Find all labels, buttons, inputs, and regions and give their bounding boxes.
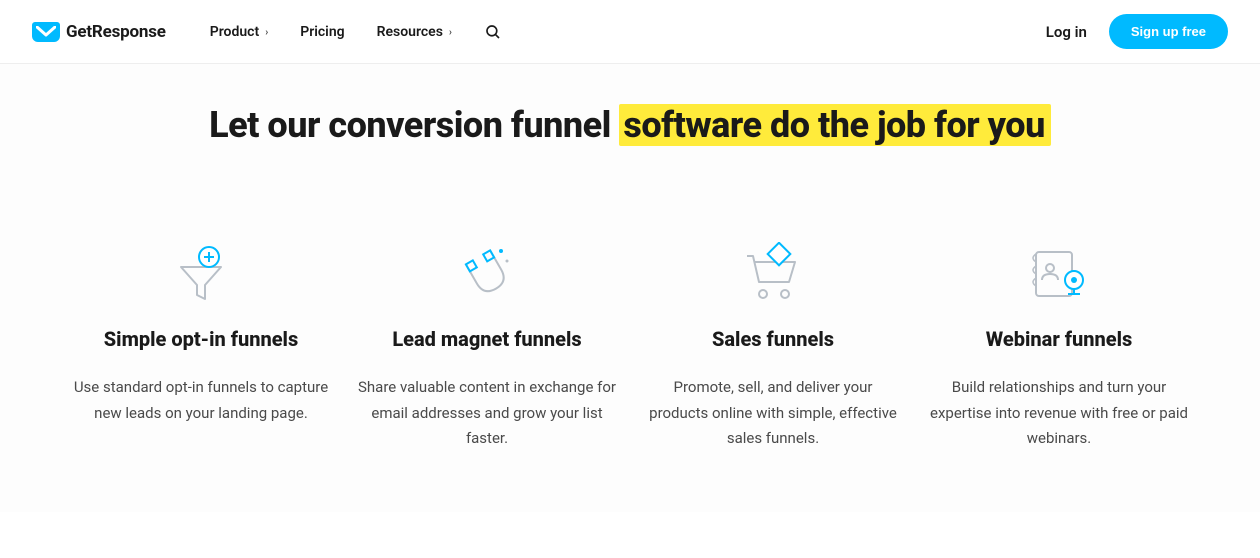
nav-item-resources[interactable]: Resources ›: [377, 24, 452, 40]
feature-webinar-funnels: Webinar funnels Build relationships and …: [929, 237, 1189, 452]
feature-title: Lead magnet funnels: [357, 327, 617, 351]
headline-highlight: software do the job for you: [619, 104, 1050, 146]
funnel-plus-icon: [71, 237, 331, 309]
feature-desc: Promote, sell, and deliver your products…: [643, 375, 903, 452]
navbar: GetResponse Product › Pricing Resources …: [0, 0, 1260, 64]
cart-icon: [643, 237, 903, 309]
chevron-right-icon: ›: [265, 27, 268, 38]
section-headline: Let our conversion funnel software do th…: [60, 104, 1200, 147]
webinar-icon: [929, 237, 1189, 309]
feature-simple-optin: Simple opt-in funnels Use standard opt-i…: [71, 237, 331, 452]
feature-desc: Use standard opt-in funnels to capture n…: [71, 375, 331, 426]
feature-desc: Share valuable content in exchange for e…: [357, 375, 617, 452]
headline-part1: Let our conversion funnel: [209, 104, 619, 146]
brand-name: GetResponse: [66, 22, 166, 42]
nav-item-label: Pricing: [300, 24, 344, 40]
brand-logo[interactable]: GetResponse: [32, 22, 166, 42]
magnet-icon: [357, 237, 617, 309]
features-row: Simple opt-in funnels Use standard opt-i…: [60, 237, 1200, 452]
page-content: Let our conversion funnel software do th…: [0, 64, 1260, 512]
logo-mark-icon: [32, 22, 60, 42]
nav-item-product[interactable]: Product ›: [210, 24, 268, 40]
search-button[interactable]: [484, 23, 502, 41]
feature-lead-magnet: Lead magnet funnels Share valuable conte…: [357, 237, 617, 452]
chevron-right-icon: ›: [449, 27, 452, 38]
signup-button[interactable]: Sign up free: [1109, 14, 1228, 49]
nav-item-label: Resources: [377, 24, 443, 40]
feature-title: Webinar funnels: [929, 327, 1189, 351]
feature-title: Sales funnels: [643, 327, 903, 351]
feature-desc: Build relationships and turn your expert…: [929, 375, 1189, 452]
feature-title: Simple opt-in funnels: [71, 327, 331, 351]
nav-links: Product › Pricing Resources ›: [210, 23, 502, 41]
nav-item-pricing[interactable]: Pricing: [300, 24, 344, 40]
search-icon: [484, 23, 502, 41]
feature-sales-funnels: Sales funnels Promote, sell, and deliver…: [643, 237, 903, 452]
nav-right: Log in Sign up free: [1046, 14, 1228, 49]
login-link[interactable]: Log in: [1046, 23, 1087, 41]
nav-item-label: Product: [210, 24, 259, 40]
